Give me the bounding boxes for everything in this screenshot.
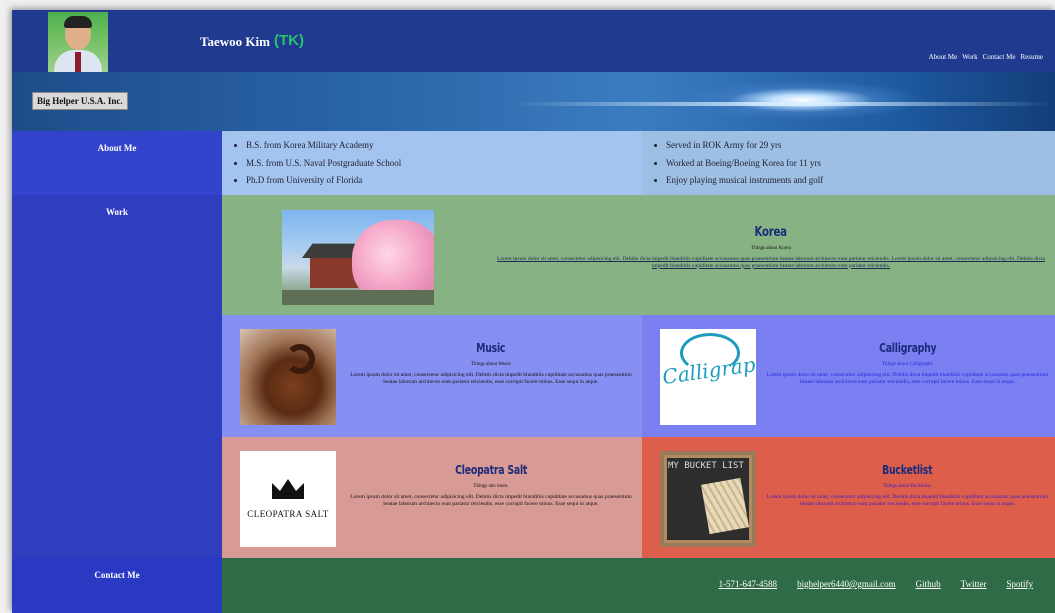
- work-subtitle: Things about Calligraphy: [881, 362, 934, 367]
- calligraphy-image[interactable]: Calligraphy: [660, 329, 756, 425]
- email-link[interactable]: bighelper6440@gmail.com: [797, 579, 896, 589]
- work-title: Calligraphy: [878, 341, 937, 355]
- nav-about[interactable]: About Me: [929, 53, 958, 61]
- header: Taewoo Kim (TK) About Me Work Contact Me…: [12, 10, 1055, 72]
- bucketlist-chalk: MY BUCKET LIST: [668, 461, 744, 471]
- list-item: Worked at Boeing/Boeing Korea for 11 yrs: [666, 155, 1055, 173]
- sidebar-about-label: About Me: [97, 143, 137, 153]
- work-music: Music Things about Music Lorem ipsum dol…: [222, 315, 642, 437]
- list-item: M.S. from U.S. Naval Postgraduate School: [246, 155, 642, 173]
- music-image[interactable]: [240, 329, 336, 425]
- cleopatra-image[interactable]: CLEOPATRA SALT: [240, 451, 336, 547]
- hero-banner: Big Helper U.S.A. Inc.: [12, 72, 1055, 131]
- list-item: Ph.D from University of Florida: [246, 172, 642, 190]
- company-label: Big Helper U.S.A. Inc.: [32, 92, 128, 110]
- site-name: Taewoo Kim: [200, 34, 270, 49]
- work-description: Lorem ipsum dolor sit amet, consectetur …: [350, 372, 632, 385]
- work-description: Lorem ipsum dolor sit amet, consectetur …: [350, 494, 632, 507]
- sidebar-work: Work: [12, 195, 222, 558]
- work-subtitle: Things about Bucketlist.: [882, 484, 933, 489]
- korea-image[interactable]: [282, 210, 434, 305]
- spotify-link[interactable]: Spotify: [1006, 579, 1033, 589]
- nav-contact[interactable]: Contact Me: [983, 53, 1016, 61]
- work-description: Lorem ipsum dolor sit amet, consectetur …: [766, 494, 1049, 507]
- bucketlist-image[interactable]: MY BUCKET LIST: [660, 451, 756, 547]
- work-subtitle: Things about Korea: [751, 246, 791, 251]
- list-item: Enjoy playing musical instruments and go…: [666, 172, 1055, 190]
- site-initials: (TK): [274, 32, 304, 49]
- work-calligraphy: Calligraphy Calligraphy Things about Cal…: [642, 315, 1055, 437]
- top-nav: About Me Work Contact Me Resume: [929, 53, 1043, 61]
- page: Taewoo Kim (TK) About Me Work Contact Me…: [12, 10, 1055, 613]
- work-subtitle: Things abo more.: [473, 484, 509, 489]
- cleopatra-logo: CLEOPATRA SALT: [247, 509, 329, 519]
- work-title: Music: [476, 341, 506, 355]
- work-bucketlist: MY BUCKET LIST Bucketlist Things about B…: [642, 437, 1055, 559]
- nav-work[interactable]: Work: [962, 53, 977, 61]
- github-link[interactable]: Github: [916, 579, 941, 589]
- work-title: Korea: [754, 225, 788, 240]
- list-item: B.S. from Korea Military Academy: [246, 137, 642, 155]
- work-korea: Korea Things about Korea Lorem ipsum dol…: [222, 195, 1055, 315]
- sidebar-contact: Contact Me: [12, 558, 222, 613]
- contact-links: 1-571-647-4588 bighelper6440@gmail.com G…: [719, 579, 1033, 589]
- work-description: Lorem ipsum dolor sit amet, consectetur …: [766, 372, 1049, 385]
- twitter-link[interactable]: Twitter: [961, 579, 987, 589]
- sidebar-contact-label: Contact Me: [94, 570, 140, 580]
- avatar: [48, 12, 108, 72]
- list-item: Served in ROK Army for 29 yrs: [666, 137, 1055, 155]
- about-education: B.S. from Korea Military Academy M.S. fr…: [222, 131, 642, 195]
- sidebar-about: About Me: [12, 131, 222, 195]
- work-cleopatra: CLEOPATRA SALT Cleopatra Salt Things abo…: [222, 437, 642, 559]
- sidebar-work-label: Work: [105, 207, 128, 217]
- phone-link[interactable]: 1-571-647-4588: [719, 579, 778, 589]
- work-title: Cleopatra Salt: [454, 463, 528, 477]
- work-subtitle: Things about Music: [471, 362, 511, 367]
- work-description[interactable]: Lorem ipsum dolor sit amet, consectetur …: [487, 256, 1055, 269]
- nav-resume[interactable]: Resume: [1020, 53, 1043, 61]
- work-title: Bucketlist: [882, 463, 933, 477]
- contact-bar: 1-571-647-4588 bighelper6440@gmail.com G…: [222, 558, 1055, 613]
- about-experience: Served in ROK Army for 29 yrs Worked at …: [642, 131, 1055, 195]
